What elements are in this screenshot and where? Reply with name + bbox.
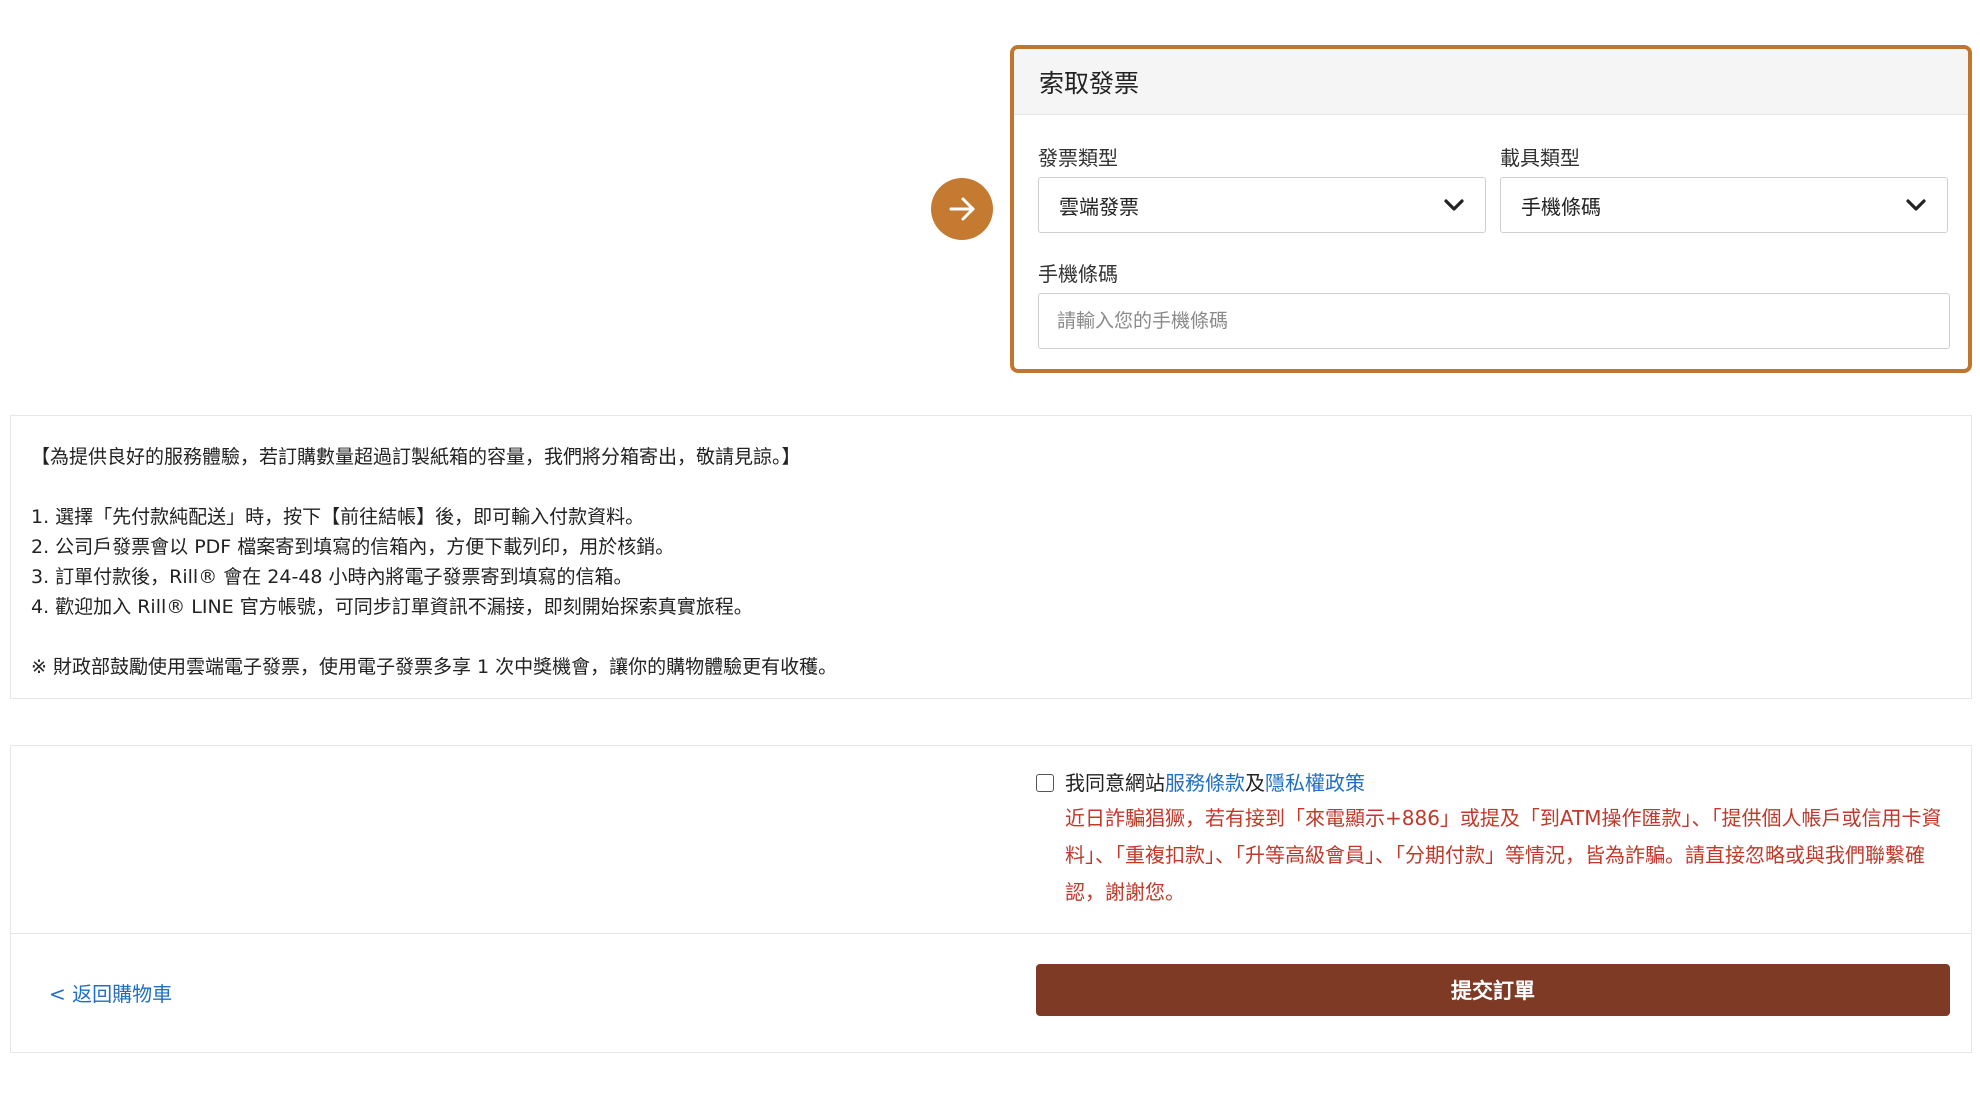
invoice-type-value: 雲端發票 [1059,194,1139,219]
order-notes-panel: 【為提供良好的服務體驗，若訂購數量超過訂製紙箱的容量，我們將分箱寄出，敬請見諒。… [10,415,1972,699]
scam-warning-text: 近日詐騙猖獗，若有接到「來電顯示+886」或提及「到ATM操作匯款」、「提供個人… [1065,806,1942,904]
invoice-card-title: 索取發票 [1014,49,1968,115]
carrier-type-select[interactable]: 手機條碼 [1500,177,1948,233]
invoice-type-label: 發票類型 [1038,146,1118,170]
mobile-barcode-input[interactable] [1038,293,1950,349]
notes-item-1: 1. 選擇「先付款純配送」時，按下【前往結帳】後，即可輸入付款資料。 [31,506,645,528]
privacy-policy-link[interactable]: 隱私權政策 [1265,771,1365,795]
back-to-cart-link[interactable]: < 返回購物車 [49,978,172,1007]
invoice-type-select[interactable]: 雲端發票 [1038,177,1486,233]
notes-headline: 【為提供良好的服務體驗，若訂購數量超過訂製紙箱的容量，我們將分箱寄出，敬請見諒。… [31,446,801,468]
checkout-page: 索取發票 發票類型 雲端發票 載具類型 手機條碼 手機條碼 【為提供良好的服務體… [0,0,1980,1114]
notes-item-2: 2. 公司戶發票會以 PDF 檔案寄到填寫的信箱內，方便下載列印，用於核銷。 [31,536,675,558]
chevron-down-icon [1905,193,1927,217]
mobile-barcode-label: 手機條碼 [1038,262,1118,286]
agree-checkbox[interactable] [1036,774,1054,792]
notes-footnote: ※ 財政部鼓勵使用雲端電子發票，使用電子發票多享 1 次中獎機會，讓你的購物體驗… [31,656,838,678]
invoice-request-card: 索取發票 發票類型 雲端發票 載具類型 手機條碼 手機條碼 [1010,45,1972,373]
carrier-type-value: 手機條碼 [1521,194,1601,219]
notes-item-4: 4. 歡迎加入 Rill® LINE 官方帳號，可同步訂單資訊不漏接，即刻開始探… [31,596,753,618]
arrow-right-icon [931,178,993,240]
chevron-down-icon [1443,193,1465,217]
submit-order-button[interactable]: 提交訂單 [1036,964,1950,1016]
agreement-prefix: 我同意網站 [1065,771,1165,795]
agreement-section: 我同意網站服務條款及隱私權政策 近日詐騙猖獗，若有接到「來電顯示+886」或提及… [11,746,1971,934]
order-submit-panel: 我同意網站服務條款及隱私權政策 近日詐騙猖獗，若有接到「來電顯示+886」或提及… [10,745,1972,1053]
terms-of-service-link[interactable]: 服務條款 [1165,771,1245,795]
agreement-conjunction: 及 [1245,771,1265,795]
agreement-text: 我同意網站服務條款及隱私權政策 [1065,768,1365,798]
carrier-type-label: 載具類型 [1500,146,1580,170]
notes-item-3: 3. 訂單付款後，Rill® 會在 24-48 小時內將電子發票寄到填寫的信箱。 [31,566,633,588]
